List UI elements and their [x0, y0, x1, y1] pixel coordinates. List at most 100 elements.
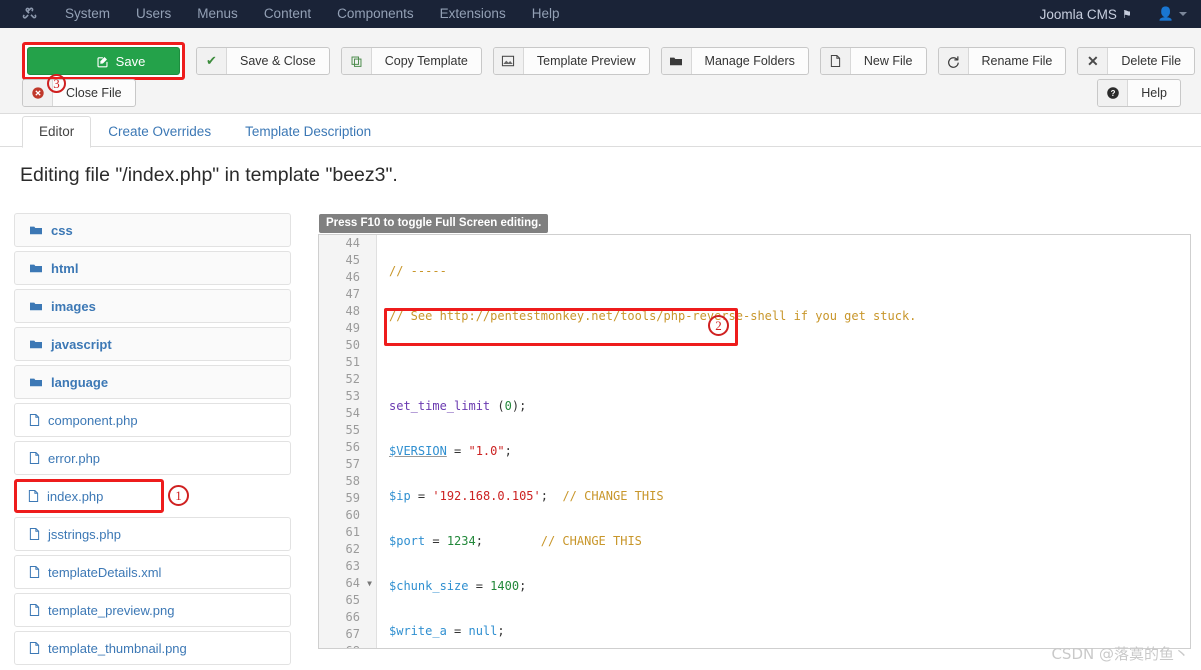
save-button[interactable]: Save	[27, 47, 180, 75]
line-number: 55	[345, 423, 360, 437]
line-number-gutter: 44 45 46 47 48 49 50 51 52 53 54 55 56 5…	[319, 235, 377, 648]
file-list-item-label: language	[51, 374, 109, 390]
folder-icon	[29, 338, 43, 350]
code-line: $port = 1234; // CHANGE THIS	[389, 534, 642, 548]
check-icon: ✔	[197, 48, 227, 74]
file-icon	[29, 603, 40, 617]
line-number: 48	[345, 304, 360, 318]
template-preview-button[interactable]: Template Preview	[492, 47, 650, 75]
folder-icon	[29, 262, 43, 274]
code-line: // -----	[389, 264, 447, 278]
file-list-item-error-php[interactable]: error.php	[14, 441, 291, 475]
code-editor[interactable]: 44 45 46 47 48 49 50 51 52 53 54 55 56 5…	[318, 234, 1191, 649]
line-number: 54	[345, 406, 360, 420]
file-list-item-template-preview-png[interactable]: template_preview.png	[14, 593, 291, 627]
external-link-icon: ⚑	[1121, 8, 1132, 21]
tab-bar: Editor Create Overrides Template Descrip…	[0, 114, 1201, 148]
code-line: $write_a = null;	[389, 624, 505, 638]
line-number: 59	[345, 491, 360, 505]
site-name-link[interactable]: Joomla CMS ⚑	[1040, 7, 1132, 22]
code-line: $ip = '192.168.0.105'; // CHANGE THIS	[389, 489, 664, 503]
image-icon	[493, 48, 524, 74]
file-list-item-jsstrings-php[interactable]: jsstrings.php	[14, 517, 291, 551]
pencil-square-icon	[96, 55, 109, 68]
admin-menu: System Users Menus Content Components Ex…	[52, 0, 572, 28]
rename-file-button[interactable]: Rename File	[937, 47, 1067, 75]
file-list-item-templatedetails-xml[interactable]: templateDetails.xml	[14, 555, 291, 589]
admin-menu-item-users[interactable]: Users	[123, 0, 184, 28]
file-list-item-language[interactable]: language	[14, 365, 291, 399]
file-list-item-label: index.php	[47, 488, 104, 504]
template-preview-label: Template Preview	[536, 54, 636, 68]
page-title: Editing file "/index.php" in template "b…	[20, 164, 398, 186]
save-button-annotation-box: Save	[22, 42, 185, 80]
tab-template-description[interactable]: Template Description	[228, 116, 388, 148]
user-icon: 👤	[1157, 6, 1174, 21]
file-list-item-label: css	[51, 222, 73, 238]
admin-menu-item-components[interactable]: Components	[324, 0, 427, 28]
close-file-label: Close File	[66, 86, 122, 100]
copy-icon	[341, 48, 372, 74]
fold-arrow-icon[interactable]: ▼	[367, 575, 372, 592]
file-list-item-template-thumbnail-png[interactable]: template_thumbnail.png	[14, 631, 291, 665]
line-number: 47	[345, 287, 360, 301]
line-number-foldable[interactable]: 64 ▼	[319, 575, 376, 592]
watermark: CSDN @落寞的鱼丶	[1051, 645, 1189, 663]
file-list-item-label: component.php	[48, 412, 138, 428]
save-and-close-button[interactable]: ✔ Save & Close	[196, 47, 330, 75]
line-number: 66	[345, 610, 360, 624]
copy-template-button[interactable]: Copy Template	[340, 47, 482, 75]
admin-menu-item-menus[interactable]: Menus	[184, 0, 251, 28]
admin-menu-item-content[interactable]: Content	[251, 0, 324, 28]
manage-folders-button[interactable]: Manage Folders	[660, 47, 809, 75]
joomla-logo-icon[interactable]	[20, 5, 38, 23]
file-icon	[29, 413, 40, 427]
admin-menu-item-system[interactable]: System	[52, 0, 123, 28]
cancel-circle-icon	[23, 80, 53, 106]
line-number: 52	[345, 372, 360, 386]
file-list-item-index-php[interactable]: index.php	[14, 479, 164, 513]
file-list-item-images[interactable]: images	[14, 289, 291, 323]
line-number: 50	[345, 338, 360, 352]
file-list-item-html[interactable]: html	[14, 251, 291, 285]
file-icon	[29, 565, 40, 579]
folder-icon	[29, 376, 43, 388]
admin-menu-item-extensions[interactable]: Extensions	[427, 0, 519, 28]
line-number: 46	[345, 270, 360, 284]
line-number: 62	[345, 542, 360, 556]
delete-file-button[interactable]: ✕ Delete File	[1077, 47, 1196, 75]
copy-template-label: Copy Template	[384, 54, 468, 68]
close-file-button[interactable]: Close File	[22, 79, 136, 107]
file-list-item-label: javascript	[51, 336, 112, 352]
code-line: set_time_limit (0);	[389, 399, 527, 413]
file-list-item-css[interactable]: css	[14, 213, 291, 247]
line-number: 44	[345, 236, 360, 250]
user-menu[interactable]: 👤	[1158, 6, 1187, 22]
site-name-label: Joomla CMS	[1039, 6, 1117, 22]
file-list-item-component-php[interactable]: component.php	[14, 403, 291, 437]
file-list-item-label: templateDetails.xml	[48, 564, 162, 580]
fold-arrow-icon[interactable]: ▼	[367, 643, 372, 648]
tab-editor[interactable]: Editor	[22, 116, 92, 148]
tab-create-overrides[interactable]: Create Overrides	[91, 116, 228, 148]
code-content[interactable]: // ----- // See http://pentestmonkey.net…	[377, 235, 1190, 648]
line-number-text: 68	[346, 644, 360, 648]
file-list-item-javascript[interactable]: javascript	[14, 327, 291, 361]
help-button-label: Help	[1141, 86, 1167, 100]
line-number-foldable[interactable]: 68 ▼	[319, 643, 376, 648]
folder-icon	[661, 48, 692, 74]
new-file-button[interactable]: New File	[819, 47, 927, 75]
help-button[interactable]: ? Help	[1097, 79, 1181, 107]
line-number-text: 64	[345, 576, 360, 590]
manage-folders-label: Manage Folders	[704, 54, 795, 68]
file-icon	[29, 641, 40, 655]
chevron-down-icon	[1179, 12, 1187, 16]
file-icon	[28, 489, 39, 503]
folder-icon	[29, 224, 43, 236]
line-number: 51	[345, 355, 360, 369]
toolbar-row-secondary: Close File	[22, 79, 136, 107]
file-list-item-label: template_preview.png	[48, 602, 175, 618]
save-and-close-label: Save & Close	[240, 54, 316, 68]
admin-menu-item-help[interactable]: Help	[519, 0, 573, 28]
